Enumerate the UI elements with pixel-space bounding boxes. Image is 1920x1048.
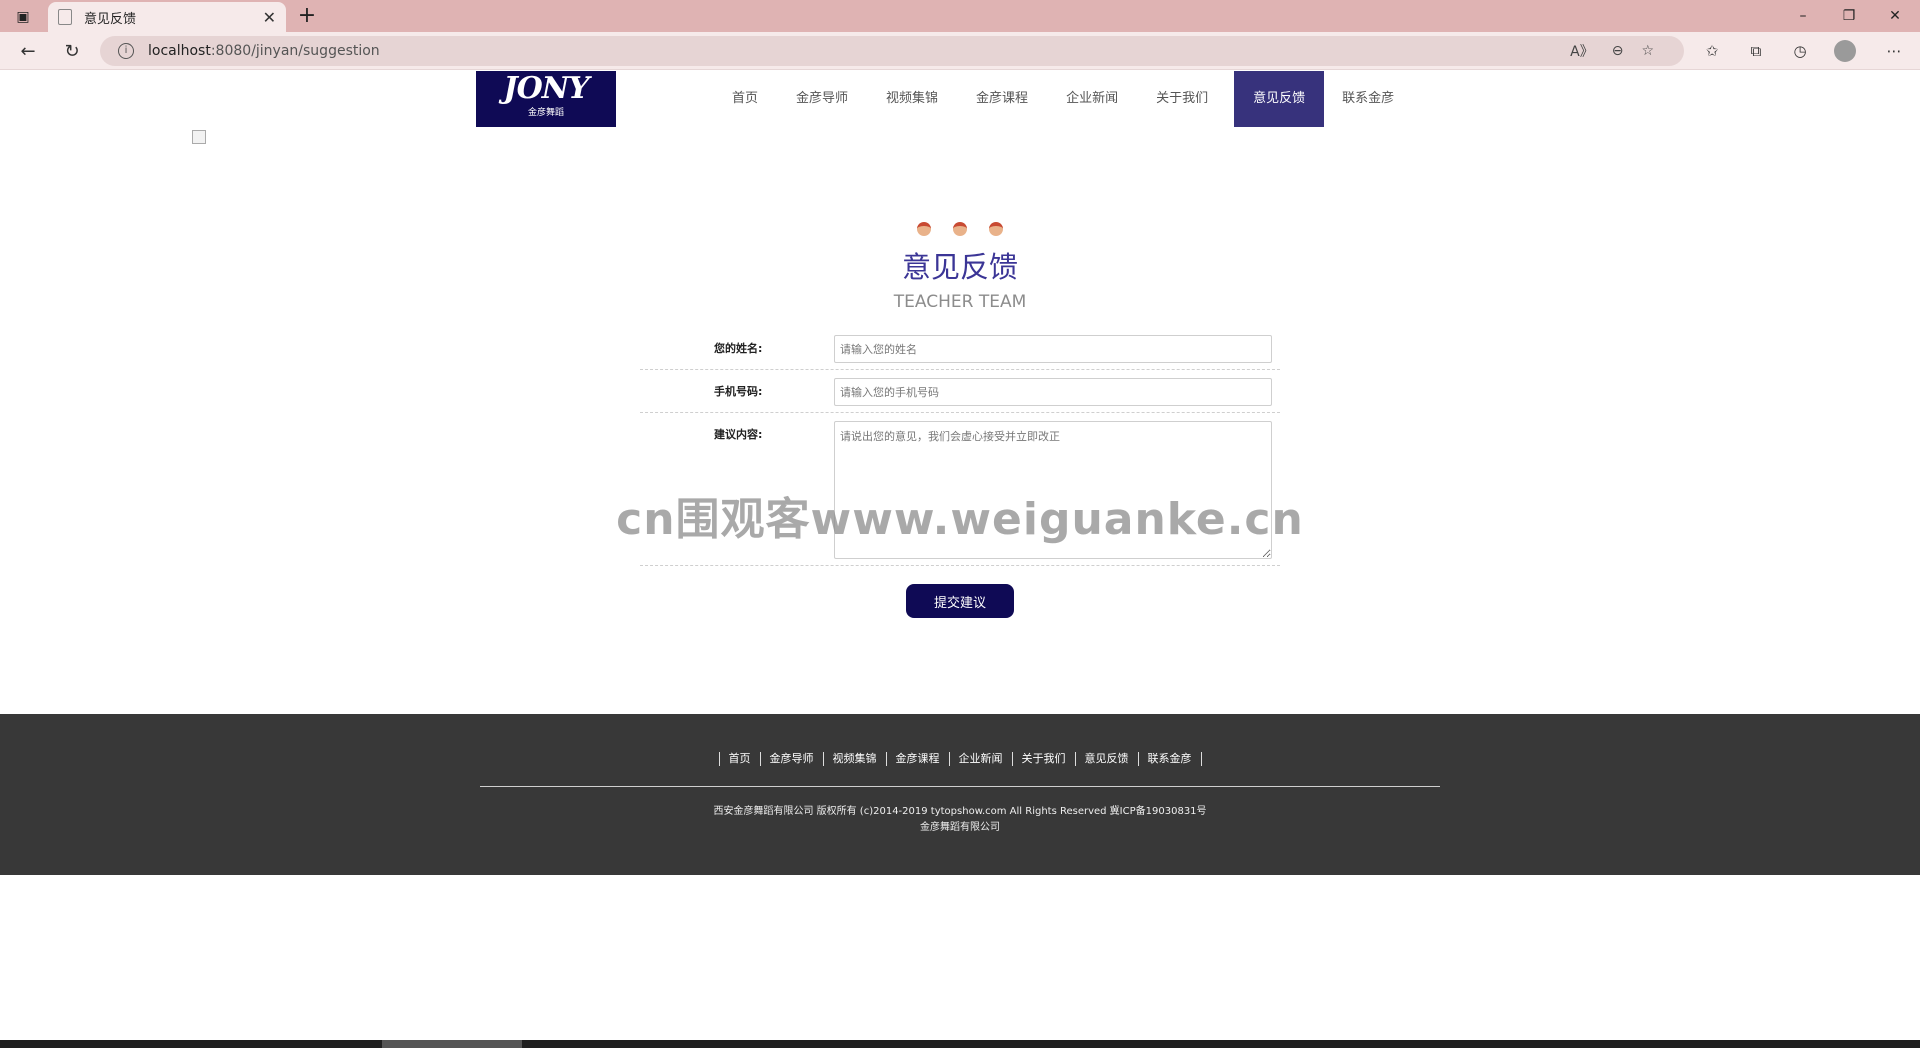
logo-subtext: 金彦舞蹈 [527, 108, 564, 118]
collections-icon[interactable]: ⧉ [1742, 38, 1770, 64]
tab-close-icon[interactable]: ✕ [263, 8, 276, 27]
taskbar-app-item[interactable] [382, 1040, 522, 1048]
footer-link-home[interactable]: 首页 [718, 752, 760, 766]
window-close-icon[interactable]: ✕ [1872, 0, 1918, 32]
url-path: :8080/jinyan/suggestion [210, 43, 380, 59]
footer-link-contact[interactable]: 联系金彦 [1137, 752, 1202, 766]
address-bar[interactable]: i localhost:8080/jinyan/suggestion A》 ⊖ … [100, 36, 1684, 66]
site-logo[interactable]: JONY 金彦舞蹈 [476, 71, 616, 127]
kid-icon [953, 222, 967, 236]
page-title: 意见反馈 [901, 250, 1018, 284]
content-textarea[interactable] [834, 421, 1272, 559]
kid-icon [917, 222, 931, 236]
new-tab-icon[interactable]: + [294, 4, 320, 28]
footer-link-courses[interactable]: 金彦课程 [885, 752, 949, 766]
back-arrow-icon[interactable]: ← [14, 38, 42, 64]
name-input[interactable] [834, 335, 1272, 363]
restore-icon[interactable]: ❐ [1826, 0, 1872, 32]
phone-input[interactable] [834, 378, 1272, 406]
favorites-icon[interactable]: ✩ [1698, 38, 1726, 64]
broken-image-icon [192, 130, 206, 144]
company-name: 金彦舞蹈有限公司 [920, 822, 1000, 833]
kid-icon [989, 222, 1003, 236]
content-label: 建议内容: [714, 428, 763, 441]
form-row-name: 您的姓名: [640, 333, 1280, 370]
refresh-icon[interactable]: ↻ [58, 38, 86, 64]
browser-tab-bar: ▣ 意见反馈 ✕ + – ❐ ✕ [0, 0, 1920, 32]
nav-contact[interactable]: 联系金彦 [1330, 71, 1406, 127]
add-favorite-icon[interactable]: ☆ [1641, 43, 1654, 59]
history-icon[interactable]: ◷ [1786, 38, 1814, 64]
nav-feedback[interactable]: 意见反馈 [1234, 71, 1325, 127]
page-subtitle: TEACHER TEAM [893, 292, 1027, 312]
tab-title: 意见反馈 [84, 11, 137, 27]
minimize-icon[interactable]: – [1780, 0, 1826, 32]
phone-label: 手机号码: [714, 385, 763, 398]
tab-actions-icon[interactable]: ▣ [8, 6, 38, 28]
nav-videos[interactable]: 视频集锦 [874, 71, 950, 127]
browser-tab[interactable]: 意见反馈 ✕ [48, 2, 286, 32]
form-row-content: 建议内容: [640, 413, 1280, 566]
profile-avatar[interactable] [1834, 40, 1856, 62]
submit-suggestion-button[interactable]: 提交建议 [906, 584, 1014, 618]
nav-courses[interactable]: 金彦课程 [964, 71, 1040, 127]
main-nav: 首页 金彦导师 视频集锦 金彦课程 企业新闻 关于我们 意见反馈 联系金彦 [720, 71, 1420, 127]
browser-toolbar: ← ↻ i localhost:8080/jinyan/suggestion A… [0, 32, 1920, 70]
nav-home[interactable]: 首页 [720, 71, 770, 127]
page-favicon-icon [58, 9, 72, 25]
zoom-out-icon[interactable]: ⊖ [1612, 43, 1624, 59]
footer-copyright: 西安金彦舞蹈有限公司 版权所有 (c)2014-2019 tytopshow.c… [0, 804, 1920, 836]
read-aloud-icon[interactable]: A》 [1570, 41, 1594, 61]
copyright-text: 西安金彦舞蹈有限公司 版权所有 (c)2014-2019 tytopshow.c… [713, 806, 1207, 817]
footer-divider [480, 786, 1440, 787]
nav-news[interactable]: 企业新闻 [1054, 71, 1130, 127]
site-footer: 首页 金彦导师 视频集锦 金彦课程 企业新闻 关于我们 意见反馈 联系金彦 西安… [0, 714, 1920, 875]
site-info-icon[interactable]: i [118, 43, 134, 59]
footer-nav: 首页 金彦导师 视频集锦 金彦课程 企业新闻 关于我们 意见反馈 联系金彦 [0, 752, 1920, 766]
footer-link-about[interactable]: 关于我们 [1011, 752, 1075, 766]
footer-link-news[interactable]: 企业新闻 [948, 752, 1012, 766]
logo-mark: JONY [503, 71, 589, 106]
more-options-icon[interactable]: ⋯ [1880, 38, 1908, 64]
form-row-phone: 手机号码: [640, 370, 1280, 413]
footer-link-teachers[interactable]: 金彦导师 [759, 752, 823, 766]
nav-teachers[interactable]: 金彦导师 [784, 71, 860, 127]
os-taskbar [0, 1040, 1920, 1048]
footer-link-feedback[interactable]: 意见反馈 [1074, 752, 1138, 766]
nav-about[interactable]: 关于我们 [1144, 71, 1220, 127]
footer-link-videos[interactable]: 视频集锦 [822, 752, 886, 766]
url-host: localhost [148, 43, 211, 59]
feedback-form: 您的姓名: 手机号码: 建议内容: [640, 333, 1280, 566]
name-label: 您的姓名: [714, 342, 763, 355]
